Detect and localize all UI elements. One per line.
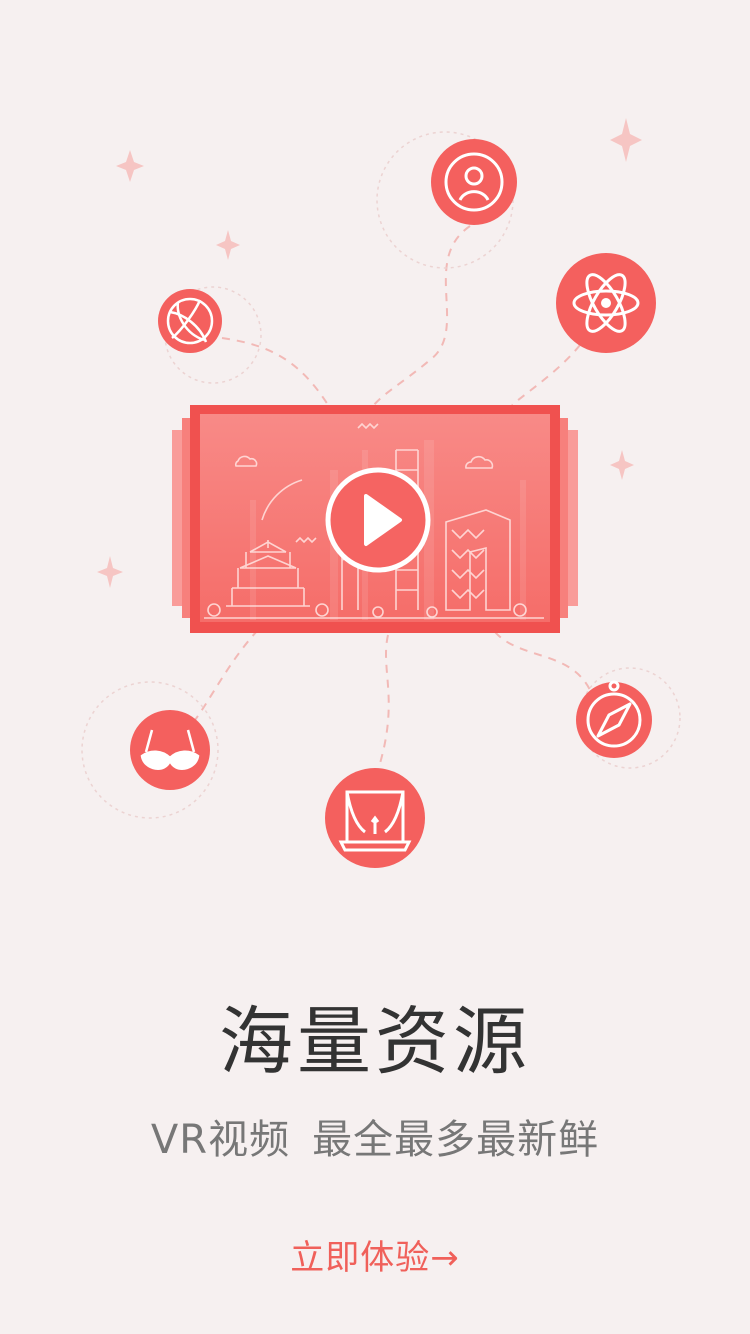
bra-icon bbox=[130, 710, 210, 790]
illustration-canvas bbox=[81, 118, 681, 868]
page-subtitle: VR视频 最全最多最新鲜 bbox=[0, 1112, 750, 1168]
try-now-label: 立即体验 bbox=[290, 1238, 431, 1278]
curtain-icon bbox=[325, 768, 425, 868]
sparkle-icon bbox=[216, 230, 240, 260]
subtitle-left: VR视频 bbox=[150, 1117, 291, 1163]
subtitle-right: 最全最多最新鲜 bbox=[312, 1117, 600, 1163]
onboarding-illustration bbox=[0, 0, 750, 960]
user-icon bbox=[431, 139, 517, 225]
sparkle-icon bbox=[610, 450, 634, 480]
sparkle-icon bbox=[610, 118, 642, 162]
atom-icon bbox=[556, 253, 656, 353]
play-button[interactable] bbox=[325, 467, 431, 573]
basketball-icon bbox=[158, 289, 222, 353]
arrow-right-icon: → bbox=[430, 1238, 460, 1278]
page-title: 海量资源 bbox=[219, 999, 531, 1085]
sparkle-icon bbox=[97, 556, 123, 588]
try-now-button[interactable]: 立即体验→ bbox=[270, 1232, 480, 1284]
compass-icon bbox=[576, 680, 652, 758]
sparkle-icon bbox=[116, 150, 144, 182]
